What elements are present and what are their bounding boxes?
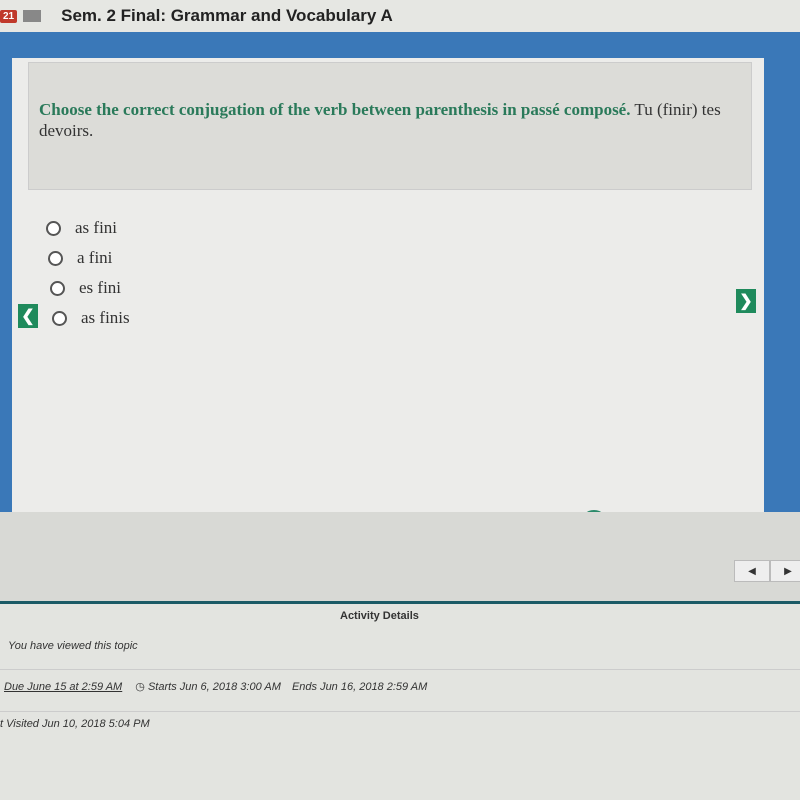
activity-details: Activity Details You have viewed this to… [0, 604, 800, 800]
viewed-row: You have viewed this topic [0, 640, 800, 670]
mail-icon[interactable] [23, 10, 42, 22]
answer-option[interactable]: a fini [48, 248, 130, 268]
answer-option[interactable]: es fini [50, 278, 130, 298]
question-prompt: Choose the correct conjugation of the ve… [39, 100, 631, 119]
visited-row: t Visited Jun 10, 2018 5:04 PM [0, 718, 800, 742]
option-label: as fini [75, 218, 118, 237]
radio-button[interactable] [50, 280, 65, 296]
previous-topic-button[interactable]: ◀ [734, 560, 770, 582]
option-label: es fini [79, 278, 122, 297]
radio-button[interactable] [48, 250, 63, 266]
viewed-text: You have viewed this topic [8, 640, 138, 652]
topic-nav: ◀ ▶ [734, 560, 800, 582]
notification-badge[interactable]: 21 [0, 9, 18, 23]
question-card: Choose the correct conjugation of the ve… [12, 58, 764, 544]
end-date: Ends Jun 16, 2018 2:59 AM [291, 681, 428, 693]
content-band: Choose the correct conjugation of the ve… [0, 32, 800, 544]
answer-option[interactable]: as finis [52, 308, 130, 328]
next-topic-button[interactable]: ▶ [770, 560, 800, 582]
answer-option[interactable]: as fini [46, 218, 130, 238]
answer-options: as fini a fini es fini as finis [46, 218, 130, 338]
lower-area [0, 512, 800, 602]
visited-text: t Visited Jun 10, 2018 5:04 PM [0, 718, 150, 730]
start-date: Starts Jun 6, 2018 3:00 AM [147, 681, 281, 693]
radio-button[interactable] [52, 310, 67, 326]
option-label: a fini [77, 248, 113, 267]
dates-row: Due June 15 at 2:59 AM ◷ Starts Jun 6, 2… [0, 680, 800, 712]
previous-question-button[interactable]: ❮ [18, 304, 38, 328]
activity-details-title: Activity Details [340, 610, 419, 622]
clock-icon: ◷ [135, 681, 145, 693]
radio-button[interactable] [46, 220, 61, 236]
question-box: Choose the correct conjugation of the ve… [28, 62, 752, 190]
next-question-button[interactable]: ❯ [736, 289, 756, 313]
option-label: as finis [81, 308, 130, 327]
top-bar: 21 Sem. 2 Final: Grammar and Vocabulary … [0, 0, 800, 32]
due-date[interactable]: Due June 15 at 2:59 AM [4, 681, 122, 693]
page-title: Sem. 2 Final: Grammar and Vocabulary A [61, 6, 393, 25]
